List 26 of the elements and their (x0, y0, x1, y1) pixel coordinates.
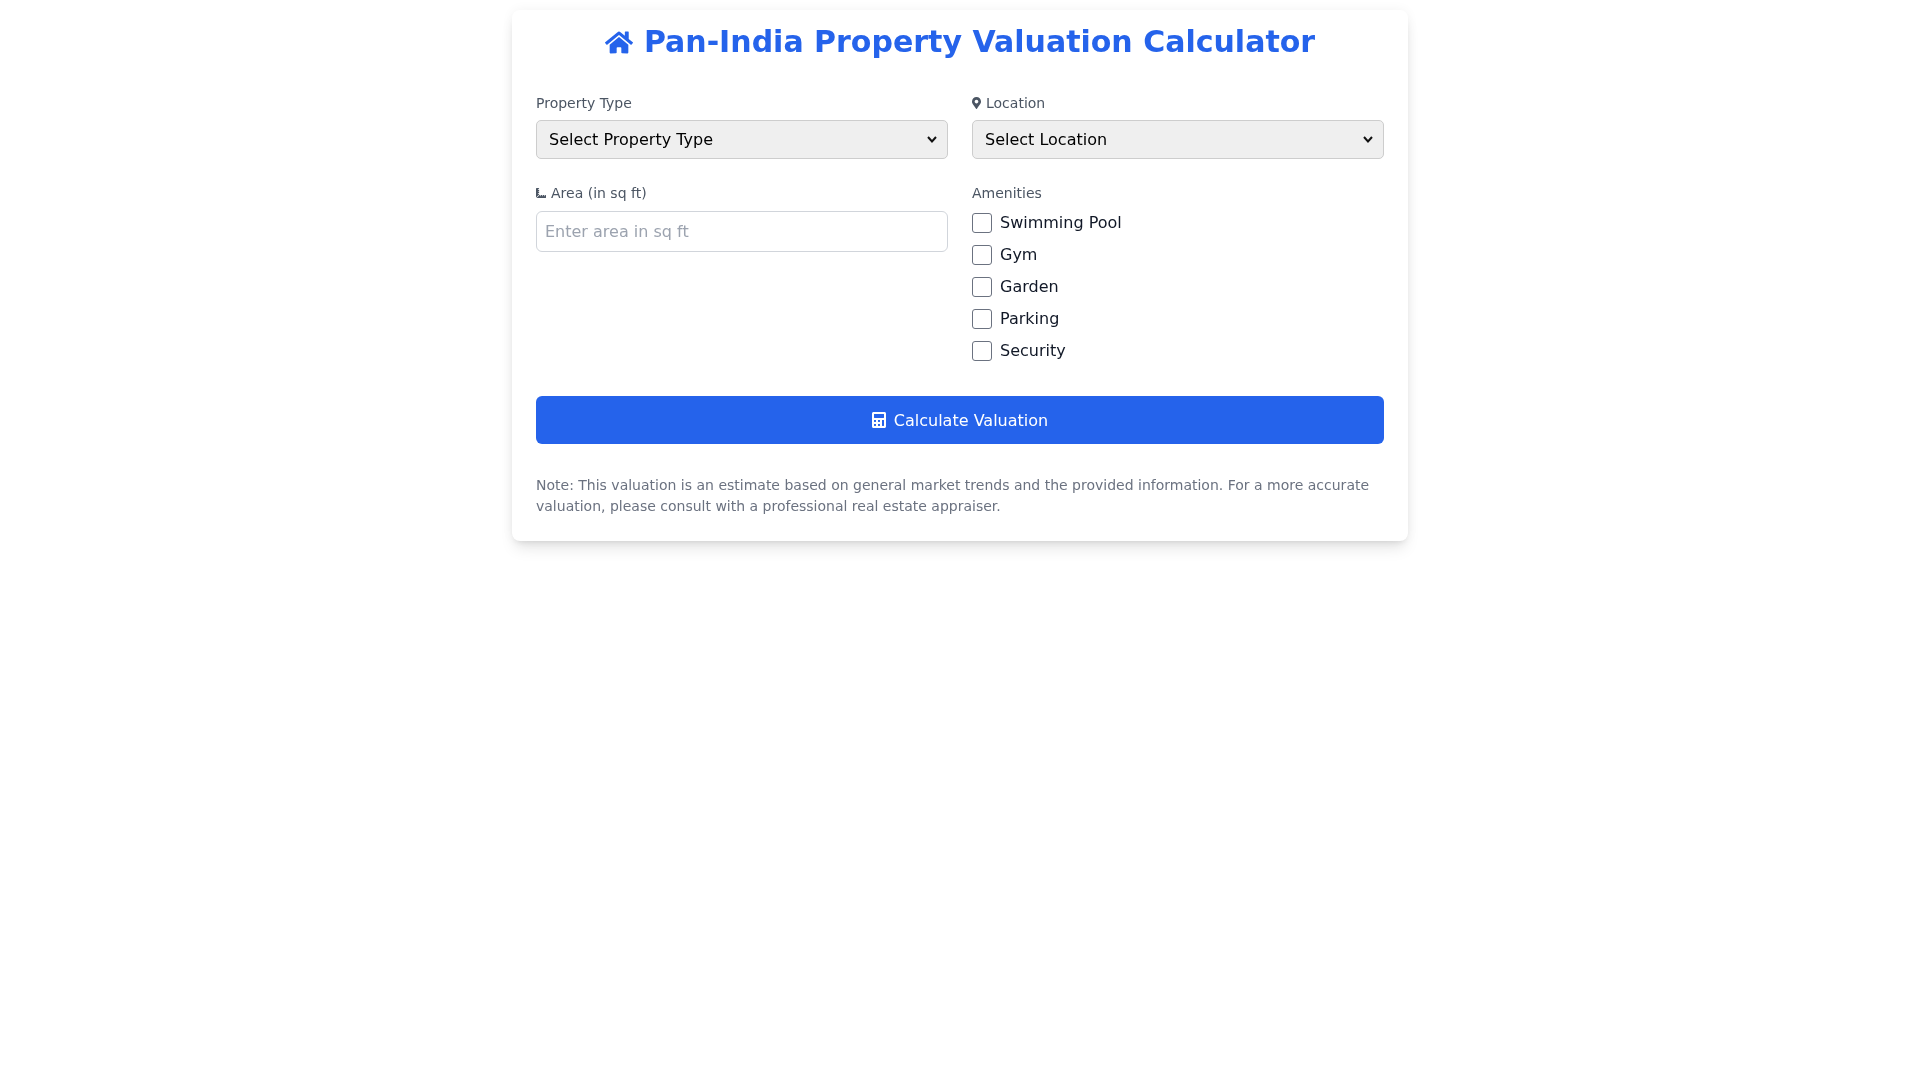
checkbox-label: Swimming Pool (1000, 212, 1122, 234)
checkbox-label: Parking (1000, 308, 1060, 330)
field-label: Property Type (536, 94, 632, 113)
property-type-select[interactable]: Select Property Type (536, 120, 948, 159)
page-title: Pan-India Property Valuation Calculator (643, 24, 1316, 60)
chevron-down-icon (927, 136, 937, 143)
map-pin-icon (972, 97, 981, 109)
calculate-button[interactable]: Calculate Valuation (536, 396, 1384, 444)
checkbox-label: Security (1000, 340, 1066, 362)
field-label: Area (in sq ft) (551, 184, 647, 203)
field-label: Location (986, 94, 1046, 113)
calculator-icon (871, 412, 886, 428)
location-select[interactable]: Select Location (972, 120, 1384, 159)
checkbox[interactable] (972, 341, 992, 361)
disclaimer-note: Note: This valuation is an estimate based on general market trends and the provided information. For a more accurate valuation, please consult with a professional real estate appraiser. (536, 476, 1371, 516)
chevron-down-icon (1363, 136, 1373, 143)
checkbox[interactable] (972, 213, 992, 233)
checkbox[interactable] (972, 309, 992, 329)
ruler-icon (536, 188, 546, 198)
checkbox-label: Garden (1000, 276, 1059, 298)
checkbox-label: Gym (1000, 244, 1038, 266)
checkbox[interactable] (972, 277, 992, 297)
house-icon (604, 29, 633, 55)
checkbox[interactable] (972, 245, 992, 265)
field-label: Amenities (972, 184, 1042, 203)
area-input[interactable]: Enter area in sq ft (536, 211, 948, 252)
